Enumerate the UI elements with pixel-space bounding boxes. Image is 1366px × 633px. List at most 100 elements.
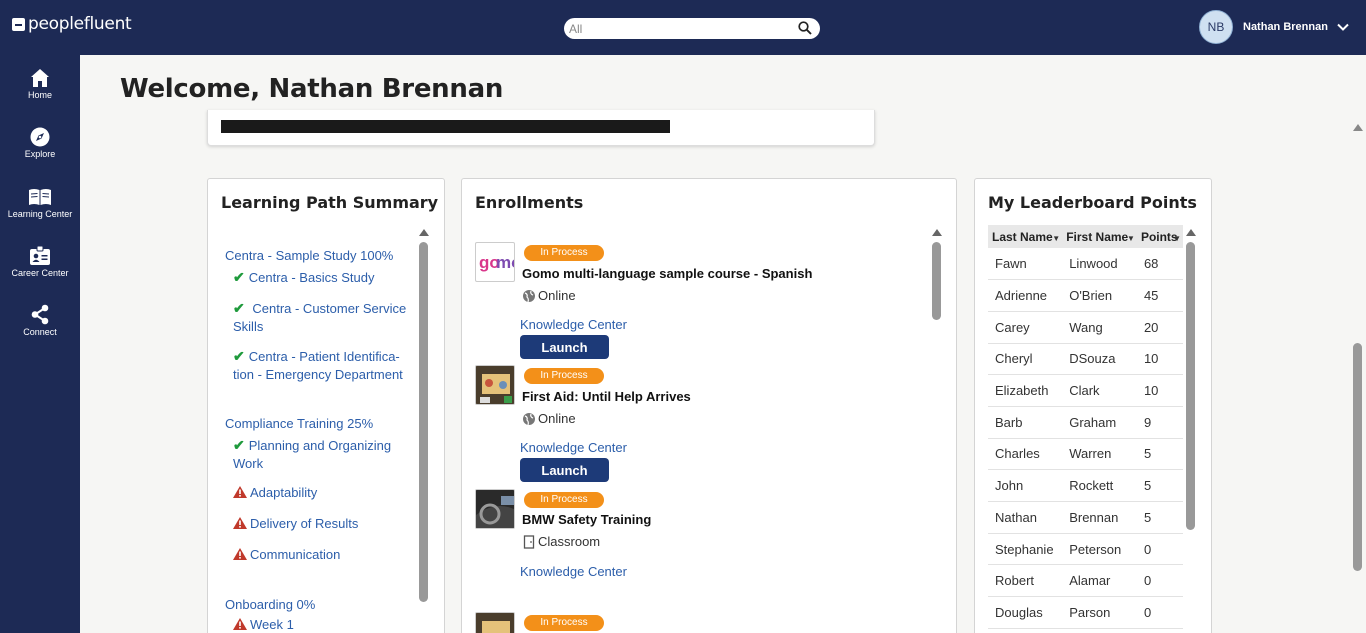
banner-image [221,120,670,133]
search-box[interactable] [564,18,820,39]
status-badge: In Process [524,245,604,261]
learning-path-item[interactable]: ✔ Planning and Organizing Work [233,436,418,473]
course-thumbnail[interactable] [475,365,515,405]
sidebar-item-learning-center[interactable]: Learning Center [0,187,80,237]
status-badge: In Process [524,615,604,631]
table-row: Cheryl DSouza 10 [988,343,1183,376]
leaderboard-title: My Leaderboard Points [988,193,1197,212]
classroom-door-icon [523,534,535,549]
learning-path-item[interactable]: ✔ Centra - Basics Study [233,268,418,287]
sort-icon[interactable]: ▼ [1052,234,1060,243]
course-mode: Online [522,288,576,303]
badge-icon [30,245,50,265]
sidebar: Home Explore Learning Center Career Cent… [0,55,80,633]
learning-path-group[interactable]: Onboarding 0% [225,597,315,612]
warning-icon [233,548,247,560]
svg-text:mo: mo [496,253,515,272]
table-row: Barb Graham 9 [988,406,1183,439]
check-icon: ✔ [233,348,245,364]
learning-path-card: Learning Path Summary Centra - Sample St… [207,178,445,633]
sidebar-item-label: Home [27,90,52,100]
user-name[interactable]: Nathan Brennan [1243,21,1328,33]
peoplefluent-logo[interactable]: peoplefluent [12,14,132,34]
sidebar-item-label: Explore [24,149,56,159]
learning-path-group[interactable]: Compliance Training 25% [225,416,373,431]
globe-icon [523,412,535,425]
page-title: Welcome, Nathan Brennan [120,74,504,104]
enrollments-card: Enrollments go mo In Process Gomo multi-… [461,178,957,633]
course-mode: Classroom [522,534,600,549]
page-scroll-up-arrow[interactable] [1353,124,1363,131]
warning-icon [233,486,247,498]
learning-path-item[interactable]: ✔ Centra - Customer Service Skills [233,299,418,336]
check-icon: ✔ [233,300,245,316]
column-header-last-name[interactable]: Last Name ▼ [988,225,1063,248]
check-icon: ✔ [233,269,245,285]
learning-path-item[interactable]: Delivery of Results [233,515,418,533]
check-icon: ✔ [233,437,245,453]
sort-icon[interactable]: ▼ [1127,234,1135,243]
learning-path-item[interactable]: ✔ Centra - Patient Identifica-tion - Emer… [233,347,418,384]
logo-text: peoplefluent [28,14,132,34]
course-mode: Online [522,411,576,426]
status-badge: In Process [524,368,604,384]
course-thumbnail[interactable] [475,489,515,529]
warning-icon [233,618,247,630]
scroll-up-arrow[interactable] [932,229,942,236]
sidebar-item-label: Learning Center [7,209,73,219]
search-icon[interactable] [798,21,812,35]
enrollments-title: Enrollments [475,193,584,212]
learning-path-item[interactable]: Communication [233,546,418,564]
sort-icon[interactable]: ▼ [1173,234,1181,243]
table-row: Stephanie Peterson 0 [988,533,1183,566]
scroll-up-arrow[interactable] [1186,229,1196,236]
globe-icon [523,289,535,302]
course-title[interactable]: BMW Safety Training [522,512,651,527]
logo-mark-icon [12,17,25,31]
page-scrollbar[interactable] [1353,343,1362,571]
knowledge-center-link[interactable]: Knowledge Center [520,564,627,579]
column-header-first-name[interactable]: First Name ▼ [1062,225,1137,248]
knowledge-center-link[interactable]: Knowledge Center [520,440,627,455]
search-input[interactable] [569,20,789,37]
table-row: Fawn Linwood 68 [988,248,1183,281]
top-bar: peoplefluent NB Nathan Brennan [0,0,1366,55]
knowledge-center-link[interactable]: Knowledge Center [520,317,627,332]
banner-card [207,110,875,146]
table-row: Nathan Brennan 5 [988,501,1183,534]
avatar[interactable]: NB [1199,10,1233,44]
sidebar-item-career-center[interactable]: Career Center [0,245,80,295]
sidebar-item-label: Career Center [11,268,69,278]
launch-button[interactable]: Launch [520,458,609,482]
home-icon [31,69,49,87]
learning-path-group[interactable]: Centra - Sample Study 100% [225,248,393,263]
scroll-up-arrow[interactable] [419,229,429,236]
sidebar-item-label: Connect [23,327,57,337]
table-row: Charles Warren 5 [988,438,1183,471]
table-row: Douglas Parson 0 [988,596,1183,629]
course-thumbnail[interactable] [475,612,515,633]
learning-path-item[interactable]: Week 1 [233,616,418,633]
warning-icon [233,517,247,529]
sidebar-item-connect[interactable]: Connect [0,304,80,354]
column-header-points[interactable]: Points ▼ [1136,225,1183,248]
compass-icon [30,127,50,147]
chevron-down-icon[interactable] [1337,21,1349,33]
user-menu[interactable]: NB Nathan Brennan [1199,10,1349,44]
launch-button[interactable]: Launch [520,335,609,359]
scrollbar-thumb[interactable] [1186,242,1195,530]
learning-path-item[interactable]: Adaptability [233,484,418,502]
leaderboard-table: Last Name ▼ First Name ▼ Points ▼ Fawn Linwo… [988,225,1183,629]
course-thumbnail[interactable]: go mo [475,242,515,282]
table-row: Carey Wang 20 [988,311,1183,344]
scrollbar-thumb[interactable] [419,242,428,602]
sidebar-item-home[interactable]: Home [0,68,80,118]
sidebar-item-explore[interactable]: Explore [0,127,80,177]
course-title[interactable]: Gomo multi-language sample course - Span… [522,266,812,281]
table-row: John Rockett 5 [988,469,1183,502]
share-icon [31,304,49,325]
course-title[interactable]: First Aid: Until Help Arrives [522,389,691,404]
table-row: Robert Alamar 0 [988,564,1183,598]
book-icon [29,189,51,205]
scrollbar-thumb[interactable] [932,242,941,320]
